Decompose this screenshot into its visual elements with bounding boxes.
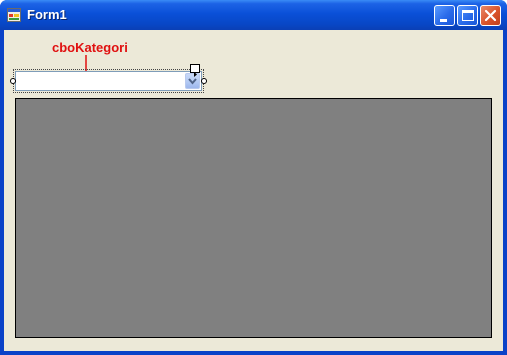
maximize-icon xyxy=(462,10,474,21)
close-button[interactable] xyxy=(480,5,501,26)
smart-tag-button[interactable] xyxy=(190,64,200,77)
window-title: Form1 xyxy=(27,7,67,22)
form-app-icon[interactable] xyxy=(7,8,21,22)
maximize-button[interactable] xyxy=(457,5,478,26)
minimize-icon xyxy=(440,19,447,22)
control-name-annotation: cboKategori xyxy=(52,40,128,55)
minimize-button[interactable] xyxy=(434,5,455,26)
category-combobox[interactable] xyxy=(15,71,202,91)
smart-tag-arrow-icon xyxy=(194,72,197,77)
title-bar[interactable]: Form1 xyxy=(0,0,507,30)
resize-handle-left[interactable] xyxy=(10,78,16,84)
gray-panel xyxy=(15,98,492,338)
resize-handle-right[interactable] xyxy=(201,78,207,84)
close-icon xyxy=(484,9,497,22)
